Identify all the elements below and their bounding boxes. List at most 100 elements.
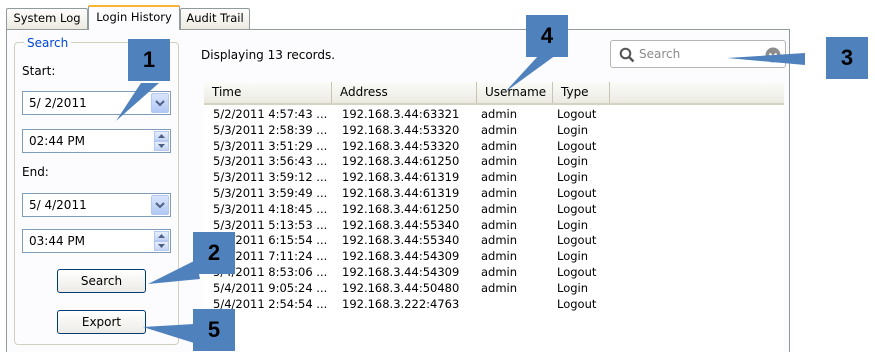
cell-address: 192.168.3.44:63321 [342, 107, 460, 121]
cell-address: 192.168.3.222:4763 [342, 296, 460, 311]
cell-type: Login [557, 154, 589, 169]
cell-time: 5/3/2011 3:59:49 ... [213, 186, 328, 200]
callout-5: 5 [193, 309, 235, 351]
spin-up-icon[interactable] [154, 131, 169, 141]
cell-username: admin [481, 154, 518, 169]
cell-time: 5/3/2011 5:13:53 ... [213, 217, 328, 232]
search-button[interactable]: Search [57, 269, 146, 293]
cell-username: admin [481, 217, 518, 232]
column-header-username[interactable]: Username [477, 82, 553, 103]
search-dropdown-icon[interactable] [765, 47, 781, 63]
end-date-picker[interactable]: 5/ 4/2011 [22, 193, 171, 217]
cell-address: 192.168.3.44:53320 [342, 138, 460, 153]
cell-type: Logout [557, 138, 597, 153]
cell-time: 5/3/2011 3:59:12 ... [213, 170, 328, 185]
tab-system-log[interactable]: System Log [6, 8, 88, 29]
end-time-picker[interactable]: 03:44 PM [22, 229, 171, 253]
search-input[interactable]: Search [610, 40, 786, 68]
table-row[interactable]: 5/3/2011 4:18:45 ... 192.168.3.44:61250 ad… [204, 202, 784, 217]
cell-address: 192.168.3.44:50480 [342, 280, 460, 295]
search-placeholder: Search [639, 47, 681, 61]
cell-type: Logout [557, 265, 597, 279]
login-history-table: Time Address Username Type 5/2/2011 4:57… [204, 82, 784, 352]
cell-type: Login [557, 122, 589, 137]
callout-3: 3 [826, 37, 868, 79]
cell-address: 192.168.3.44:53320 [342, 122, 460, 137]
table-row[interactable]: 5/4/2011 9:05:24 ... 192.168.3.44:50480 ad… [204, 281, 784, 296]
cell-address: 192.168.3.44:61250 [342, 201, 460, 216]
start-time-value: 02:44 PM [29, 134, 85, 148]
table-row[interactable]: 5/3/2011 3:59:49 ... 192.168.3.44:61319 ad… [204, 186, 784, 201]
cell-username: admin [481, 107, 518, 121]
start-date-value: 5/ 2/2011 [29, 96, 87, 110]
table-row[interactable]: 5/4/2011 2:54:54 ... 192.168.3.222:4763 Lo… [204, 297, 784, 312]
cell-username: admin [481, 249, 518, 264]
callout-4: 4 [526, 15, 568, 57]
chevron-down-icon[interactable] [151, 195, 169, 215]
table-row[interactable]: 5/3/2011 3:56:43 ... 192.168.3.44:61250 ad… [204, 154, 784, 169]
cell-username: admin [481, 201, 518, 216]
table-row[interactable]: 5/4/2011 7:11:24 ... 192.168.3.44:54309 ad… [204, 249, 784, 264]
cell-username [481, 297, 555, 312]
chevron-down-icon[interactable] [151, 93, 169, 113]
cell-type: Logout [557, 186, 597, 200]
cell-type: Login [557, 170, 589, 185]
table-header: Time Address Username Type [204, 82, 784, 105]
cell-address: 192.168.3.44:54309 [342, 249, 460, 264]
start-time-picker[interactable]: 02:44 PM [22, 129, 171, 153]
cell-address: 192.168.3.44:61319 [342, 186, 460, 200]
cell-time: 5/2/2011 4:57:43 ... [213, 107, 328, 121]
table-row[interactable]: 5/3/2011 5:13:53 ... 192.168.3.44:55340 ad… [204, 218, 784, 233]
magnifier-icon [619, 47, 635, 63]
table-row[interactable]: 5/2/2011 4:57:43 ... 192.168.3.44:63321 ad… [204, 107, 784, 122]
cell-address: 192.168.3.44:55340 [342, 233, 460, 248]
cell-type: Logout [557, 201, 597, 216]
spin-down-icon[interactable] [154, 241, 169, 251]
end-label: End: [22, 165, 49, 179]
cell-username: admin [481, 280, 518, 295]
cell-username: admin [481, 170, 518, 185]
table-row[interactable]: 5/4/2011 8:53:06 ... 192.168.3.44:54309 ad… [204, 265, 784, 280]
cell-type: Login [557, 280, 589, 295]
cell-type: Logout [557, 296, 597, 311]
cell-time: 5/4/2011 9:05:24 ... [213, 280, 328, 295]
cell-address: 192.168.3.44:61319 [342, 170, 460, 185]
cell-type: Login [557, 249, 589, 264]
cell-time: 5/3/2011 3:51:29 ... [213, 138, 328, 153]
cell-address: 192.168.3.44:61250 [342, 154, 460, 169]
login-history-window: System Log Login History Audit Trail Sea… [0, 0, 875, 352]
callout-1: 1 [128, 39, 170, 81]
end-time-value: 03:44 PM [29, 234, 85, 248]
search-group-title: Search [24, 36, 72, 50]
tab-login-history[interactable]: Login History [88, 5, 180, 30]
export-button[interactable]: Export [57, 310, 146, 334]
start-date-picker[interactable]: 5/ 2/2011 [22, 91, 171, 115]
spin-up-icon[interactable] [154, 231, 169, 241]
table-row[interactable]: 5/3/2011 2:58:39 ... 192.168.3.44:53320 ad… [204, 123, 784, 138]
table-row[interactable]: 5/3/2011 3:59:12 ... 192.168.3.44:61319 ad… [204, 170, 784, 185]
cell-type: Login [557, 217, 589, 232]
end-date-value: 5/ 4/2011 [29, 198, 87, 212]
cell-type: Logout [557, 107, 597, 121]
cell-username: admin [481, 186, 518, 200]
cell-username: admin [481, 233, 518, 248]
start-label: Start: [22, 64, 56, 78]
cell-time: 5/3/2011 3:56:43 ... [213, 154, 328, 169]
cell-address: 192.168.3.44:54309 [342, 265, 460, 279]
column-header-type[interactable]: Type [553, 82, 610, 103]
cell-time: 5/3/2011 4:18:45 ... [213, 201, 328, 216]
cell-time: 5/3/2011 2:58:39 ... [213, 122, 328, 137]
callout-2: 2 [193, 232, 235, 274]
column-header-address[interactable]: Address [332, 82, 477, 103]
records-count-text: Displaying 13 records. [201, 48, 336, 62]
column-header-time[interactable]: Time [204, 82, 332, 103]
table-row[interactable]: 5/3/2011 6:15:54 ... 192.168.3.44:55340 ad… [204, 233, 784, 248]
cell-type: Logout [557, 233, 597, 248]
cell-username: admin [481, 138, 518, 153]
table-row[interactable]: 5/3/2011 3:51:29 ... 192.168.3.44:53320 ad… [204, 139, 784, 154]
cell-address: 192.168.3.44:55340 [342, 217, 460, 232]
spin-down-icon[interactable] [154, 141, 169, 151]
tab-audit-trail[interactable]: Audit Trail [180, 8, 250, 29]
cell-username: admin [481, 122, 518, 137]
cell-username: admin [481, 265, 518, 279]
